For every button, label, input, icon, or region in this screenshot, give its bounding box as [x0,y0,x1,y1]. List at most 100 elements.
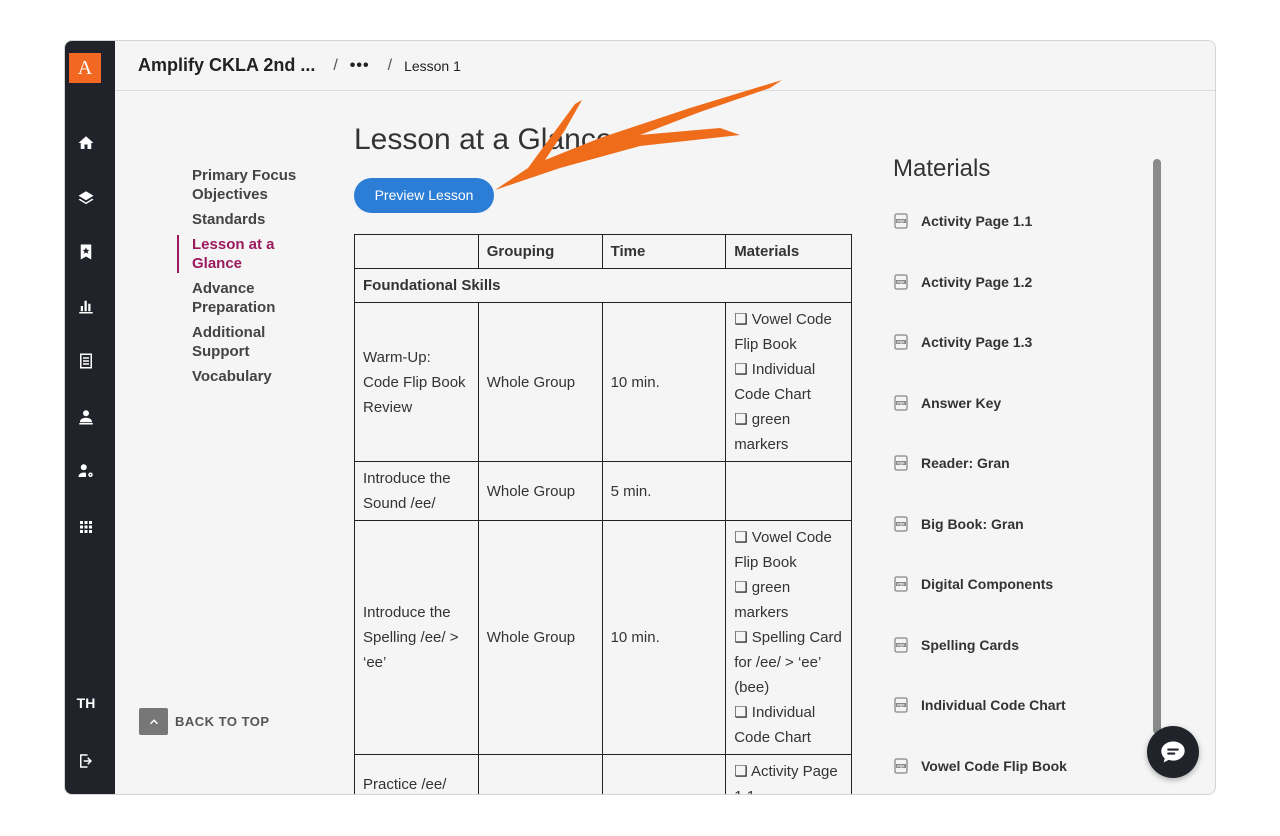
material-link[interactable]: PDF Activity Page 1.2 [893,252,1143,313]
teacher-icon[interactable] [74,405,98,429]
toc-item-advance-preparation[interactable]: Advance Preparation [177,279,317,317]
home-icon[interactable] [74,131,98,155]
svg-text:PDF: PDF [897,522,905,526]
material-link[interactable]: PDF Reader: Gran [893,433,1143,494]
materials-cell: ❑ Vowel Code Flip Book ❑ Individual Code… [725,302,852,462]
breadcrumb: Amplify CKLA 2nd ... / ••• / Lesson 1 [115,41,1215,91]
toc-item-primary-focus[interactable]: Primary Focus Objectives [177,166,317,204]
table-row: Introduce the Sound /ee/ Whole Group 5 m… [354,461,852,521]
time-cell: 10 min. [601,302,727,462]
material-link[interactable]: PDF Digital Components [893,554,1143,615]
material-link[interactable]: PDF Spelling Cards [893,615,1143,676]
material-link-label: Big Book: Gran [921,515,1024,532]
chat-bubble-icon [1161,741,1185,763]
lesson-toc: Primary Focus Objectives Standards Lesso… [177,166,317,392]
toc-item-standards[interactable]: Standards [177,210,317,229]
materials-panel: Materials PDF Activity Page 1.1 PDF Activit… [893,155,1143,795]
pdf-icon: PDF [893,637,909,653]
pdf-icon: PDF [893,516,909,532]
user-settings-icon[interactable] [74,459,98,483]
grouping-cell: Whole Group [477,461,603,521]
chat-button[interactable] [1147,726,1199,778]
material-link-label: Reader: Gran [921,455,1010,472]
material-item: ❑ Activity Page 1.1 [734,763,838,794]
user-initials[interactable]: TH [71,695,101,711]
material-item: ❑ Individual Code Chart [734,361,816,403]
table-header [354,234,479,269]
table-header: Materials [725,234,852,269]
material-item: ❑ Spelling Card for /ee/ > ‘ee’ (bee) [734,629,842,696]
materials-title: Materials [893,155,991,182]
table-row: Warm-Up: Code Flip Book Review Whole Gro… [354,302,852,462]
lesson-table: Grouping Time Materials Foundational Ski… [354,234,852,794]
material-item: ❑ green markers [734,411,791,453]
svg-text:PDF: PDF [897,280,905,284]
svg-text:PDF: PDF [897,704,905,708]
time-cell: 5 min. [601,461,727,521]
material-link[interactable]: PDF Vowel Code Flip Book [893,736,1143,795]
grouping-cell [477,754,603,794]
svg-text:PDF: PDF [897,643,905,647]
material-link[interactable]: PDF Activity Page 1.1 [893,191,1143,252]
svg-text:PDF: PDF [897,401,905,405]
breadcrumb-separator: / [333,56,338,74]
lesson-content: Lesson at a Glance Preview Lesson Groupi… [354,123,854,794]
toc-item-additional-support[interactable]: Additional Support [177,323,317,361]
grouping-cell: Whole Group [477,302,603,462]
pdf-icon: PDF [893,758,909,774]
toc-item-lesson-at-a-glance[interactable]: Lesson at a Glance [177,235,317,273]
breadcrumb-app-title[interactable]: Amplify CKLA 2nd ... [138,55,315,76]
activity-cell: Introduce the Sound /ee/ [354,461,479,521]
svg-text:PDF: PDF [897,220,905,224]
pdf-icon: PDF [893,395,909,411]
preview-lesson-button[interactable]: Preview Lesson [354,178,494,213]
document-list-icon[interactable] [74,349,98,373]
svg-text:PDF: PDF [897,764,905,768]
material-link[interactable]: PDF Answer Key [893,373,1143,434]
back-to-top-label: BACK TO TOP [175,714,270,729]
material-link-label: Activity Page 1.3 [921,334,1033,351]
material-link[interactable]: PDF Activity Page 1.3 [893,312,1143,373]
material-item: ❑ green markers [734,579,791,621]
material-link-label: Answer Key [921,394,1002,411]
scrollbar[interactable] [1153,159,1161,787]
table-section-row: Foundational Skills [354,268,852,303]
material-link-label: Individual Code Chart [921,697,1066,714]
material-item: ❑ Individual Code Chart [734,704,816,746]
svg-text:PDF: PDF [897,583,905,587]
time-cell: 10 min. [601,520,727,755]
material-link-label: Activity Page 1.2 [921,273,1033,290]
material-link[interactable]: PDF Big Book: Gran [893,494,1143,555]
material-item: ❑ Vowel Code Flip Book [734,529,832,571]
material-item: ❑ Vowel Code Flip Book [734,311,832,353]
bookmark-star-icon[interactable] [74,240,98,264]
pdf-icon: PDF [893,274,909,290]
layers-icon[interactable] [74,186,98,210]
table-header: Grouping [477,234,603,269]
back-to-top-button[interactable]: BACK TO TOP [139,708,270,735]
svg-text:PDF: PDF [897,462,905,466]
breadcrumb-more-button[interactable]: ••• [350,57,370,75]
time-cell [601,754,727,794]
breadcrumb-current: Lesson 1 [404,57,461,74]
bar-chart-icon[interactable] [74,294,98,318]
left-rail: A TH [65,41,115,794]
pdf-icon: PDF [893,697,909,713]
pdf-icon: PDF [893,334,909,350]
table-row: Practice /ee/ ❑ Activity Page 1.1 [354,754,852,794]
app-frame: A TH Amplify CKLA 2nd ... / ••• / Lesson… [64,40,1216,795]
table-row: Introduce the Spelling /ee/ > ‘ee’ Whole… [354,520,852,755]
scrollbar-thumb[interactable] [1153,159,1161,734]
grouping-cell: Whole Group [477,520,603,755]
materials-cell: ❑ Activity Page 1.1 [725,754,852,794]
material-link[interactable]: PDF Individual Code Chart [893,675,1143,736]
activity-cell: Practice /ee/ [354,754,479,794]
apps-grid-icon[interactable] [74,515,98,539]
material-link-label: Vowel Code Flip Book [921,757,1067,774]
toc-item-vocabulary[interactable]: Vocabulary [177,367,317,386]
section-label: Foundational Skills [354,268,852,303]
logout-icon[interactable] [74,749,98,773]
table-header-row: Grouping Time Materials [354,234,852,269]
amplify-logo[interactable]: A [69,53,101,83]
chevron-up-icon [139,708,168,735]
